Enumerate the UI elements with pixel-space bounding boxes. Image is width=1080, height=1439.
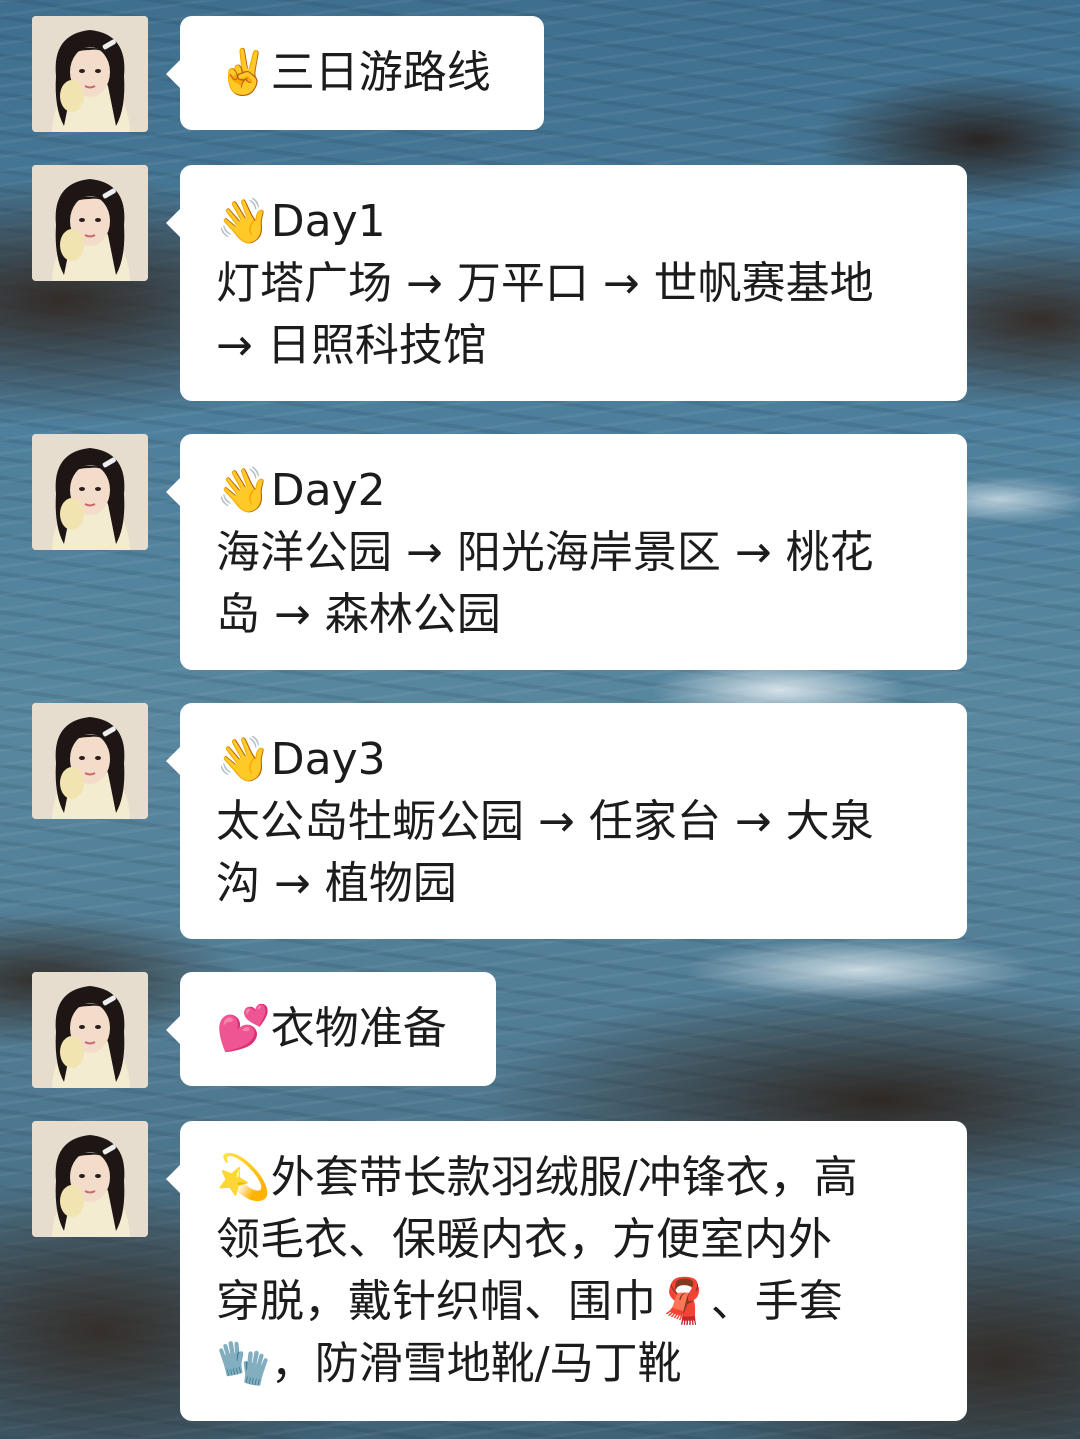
avatar[interactable] <box>32 16 148 132</box>
message-line: 💕衣物准备 <box>216 1003 447 1054</box>
avatar[interactable] <box>32 703 148 819</box>
message-line: 👋Day3 <box>216 734 386 785</box>
message-line: ✌️三日游路线 <box>216 47 491 98</box>
message-line: 灯塔广场 → 万平口 → 世帆赛基地 <box>216 258 874 309</box>
message-bubble[interactable]: 👋Day3 太公岛牡蛎公园 → 任家台 → 大泉 沟 → 植物园 <box>166 703 967 939</box>
message-line: 穿脱，戴针织帽、围巾🧣、手套 <box>216 1276 843 1327</box>
message-line: 👋Day1 <box>216 196 386 247</box>
message-line: 领毛衣、保暖内衣，方便室内外 <box>216 1214 832 1265</box>
message-bubble[interactable]: 💕衣物准备 <box>166 972 496 1086</box>
message-line: 💫外套带长款羽绒服/冲锋衣，高 <box>216 1152 858 1203</box>
message-bubble[interactable]: ✌️三日游路线 <box>166 16 544 130</box>
avatar-icon <box>32 972 148 1088</box>
avatar[interactable] <box>32 1121 148 1237</box>
avatar-icon <box>32 16 148 132</box>
avatar[interactable] <box>32 165 148 281</box>
message-line: 👋Day2 <box>216 465 386 516</box>
message-line: 🧤，防滑雪地靴/马丁靴 <box>216 1338 682 1389</box>
avatar[interactable] <box>32 434 148 550</box>
message-bubble[interactable]: 💫外套带长款羽绒服/冲锋衣，高 领毛衣、保暖内衣，方便室内外 穿脱，戴针织帽、围… <box>166 1121 967 1421</box>
message-line: 沟 → 植物园 <box>216 858 457 909</box>
avatar-icon <box>32 165 148 281</box>
message-line: 岛 → 森林公园 <box>216 589 501 640</box>
avatar-icon <box>32 434 148 550</box>
message-bubble[interactable]: 👋Day1 灯塔广场 → 万平口 → 世帆赛基地 → 日照科技馆 <box>166 165 967 401</box>
message-line: 太公岛牡蛎公园 → 任家台 → 大泉 <box>216 796 874 847</box>
message-line: 海洋公园 → 阳光海岸景区 → 桃花 <box>216 527 874 578</box>
message-line: → 日照科技馆 <box>216 320 487 371</box>
avatar[interactable] <box>32 972 148 1088</box>
avatar-icon <box>32 703 148 819</box>
message-bubble[interactable]: 👋Day2 海洋公园 → 阳光海岸景区 → 桃花 岛 → 森林公园 <box>166 434 967 670</box>
avatar-icon <box>32 1121 148 1237</box>
